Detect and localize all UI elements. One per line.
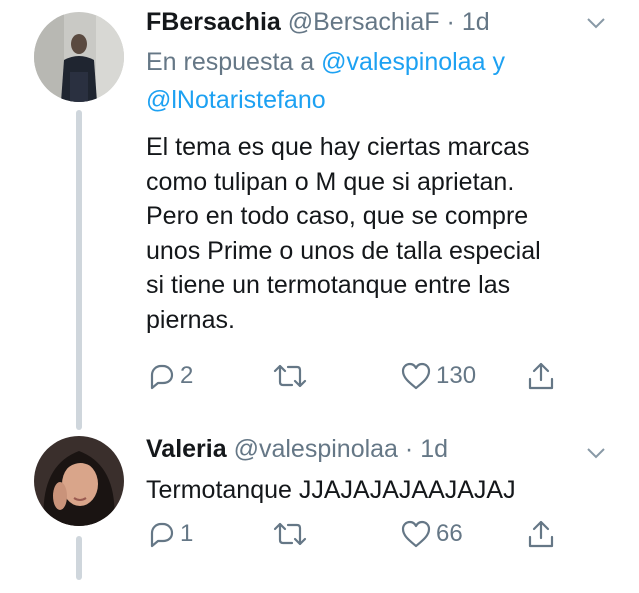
like-icon bbox=[401, 362, 431, 390]
mention-link[interactable]: @lNotaristefano bbox=[146, 86, 326, 114]
like-count: 66 bbox=[436, 520, 463, 547]
reply-prefix: En respuesta a bbox=[146, 48, 315, 76]
retweet-button[interactable] bbox=[272, 361, 312, 391]
timestamp[interactable]: 1d bbox=[420, 435, 448, 463]
reply-joiner: y bbox=[492, 48, 505, 76]
tweet-header: FBersachia @BersachiaF · 1d bbox=[146, 8, 490, 37]
user-handle[interactable]: @BersachiaF bbox=[288, 8, 440, 36]
reply-button[interactable]: 1 bbox=[146, 519, 193, 549]
share-button[interactable] bbox=[526, 518, 556, 550]
tweet-header: Valeria @valespinolaa · 1d bbox=[146, 435, 448, 464]
user-handle[interactable]: @valespinolaa bbox=[234, 435, 398, 463]
chevron-down-icon[interactable] bbox=[585, 12, 607, 34]
like-button[interactable]: 66 bbox=[400, 519, 463, 549]
retweet-icon bbox=[273, 522, 307, 546]
reply-icon bbox=[150, 522, 174, 548]
tweet[interactable]: FBersachia @BersachiaF · 1d En respuesta… bbox=[0, 0, 639, 430]
tweet-text: El tema es que hay ciertas marcas como t… bbox=[146, 133, 541, 334]
display-name[interactable]: Valeria bbox=[146, 435, 227, 463]
tweet-text: Termotanque JJAJAJAJAAJAJAJ bbox=[146, 476, 516, 504]
thread-line bbox=[76, 536, 82, 580]
share-icon bbox=[528, 362, 554, 390]
retweet-button[interactable] bbox=[272, 519, 312, 549]
tweet[interactable]: Valeria @valespinolaa · 1d Termotanque J… bbox=[0, 430, 639, 593]
separator-dot: · bbox=[404, 435, 414, 463]
timestamp[interactable]: 1d bbox=[462, 8, 490, 36]
retweet-icon bbox=[273, 364, 307, 388]
share-button[interactable] bbox=[526, 360, 556, 392]
like-icon bbox=[401, 520, 431, 548]
mention-link[interactable]: @valespinolaa bbox=[321, 48, 485, 76]
avatar[interactable] bbox=[34, 12, 124, 102]
reply-button[interactable]: 2 bbox=[146, 361, 193, 391]
reply-count: 2 bbox=[180, 362, 194, 389]
share-icon bbox=[528, 520, 554, 548]
chevron-down-icon[interactable] bbox=[585, 442, 607, 464]
reply-count: 1 bbox=[180, 520, 194, 547]
like-button[interactable]: 130 bbox=[400, 361, 476, 391]
display-name[interactable]: FBersachia bbox=[146, 8, 281, 36]
avatar[interactable] bbox=[34, 436, 124, 526]
thread-line bbox=[76, 110, 82, 430]
separator-dot: · bbox=[446, 8, 455, 36]
reply-context: En respuesta a @valespinolaa y @lNotaris… bbox=[146, 43, 626, 119]
like-count: 130 bbox=[436, 362, 477, 389]
reply-icon bbox=[150, 364, 174, 390]
